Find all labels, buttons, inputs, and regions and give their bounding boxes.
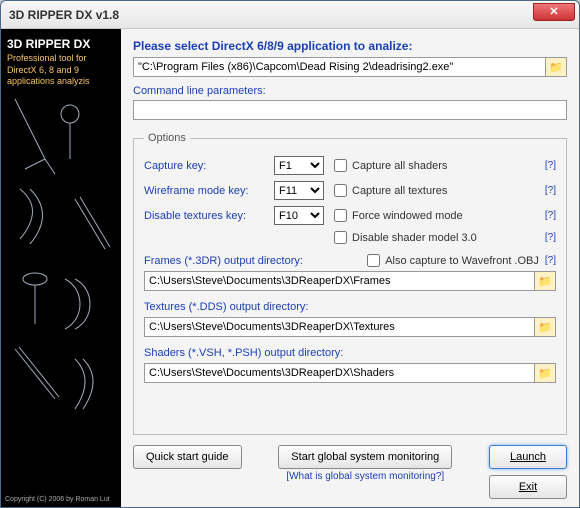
folder-icon: 📁 — [538, 321, 552, 334]
help-sm3[interactable]: [?] — [538, 232, 556, 243]
wireframe-key-select[interactable]: F11 — [274, 181, 324, 200]
browse-frames-button[interactable]: 📁 — [534, 271, 556, 291]
exit-button[interactable]: Exit — [489, 475, 567, 499]
start-monitoring-button[interactable]: Start global system monitoring — [278, 445, 452, 469]
what-is-monitoring-link[interactable]: [What is global system monitoring?] — [286, 471, 444, 482]
cmd-params-input[interactable] — [133, 100, 567, 120]
force-windowed-label: Force windowed mode — [352, 210, 463, 222]
browse-shaders-button[interactable]: 📁 — [534, 363, 556, 383]
capture-textures-checkbox[interactable]: Capture all textures — [334, 184, 538, 197]
frames-dir-input[interactable] — [144, 271, 535, 291]
cmd-params-label: Command line parameters: — [133, 85, 567, 97]
launch-button[interactable]: Launch — [489, 445, 567, 469]
options-legend: Options — [144, 132, 190, 144]
folder-icon: 📁 — [538, 275, 552, 288]
capture-key-select[interactable]: F1 — [274, 156, 324, 175]
main-panel: Please select DirectX 6/8/9 application … — [121, 29, 579, 507]
disable-sm3-label: Disable shader model 3.0 — [352, 232, 477, 244]
quick-start-guide-button[interactable]: Quick start guide — [133, 445, 242, 469]
sidebar-title: 3D RIPPER DX — [7, 37, 115, 51]
help-obj[interactable]: [?] — [545, 255, 556, 266]
force-windowed-checkbox[interactable]: Force windowed mode — [334, 209, 538, 222]
disable-tex-key-select[interactable]: F10 — [274, 206, 324, 225]
select-app-heading: Please select DirectX 6/8/9 application … — [133, 39, 567, 53]
window-body: 3D RIPPER DX Professional tool for Direc… — [1, 29, 579, 507]
capture-shaders-label: Capture all shaders — [352, 160, 447, 172]
folder-icon: 📁 — [538, 367, 552, 380]
help-shaders[interactable]: [?] — [538, 160, 556, 171]
shaders-dir-input[interactable] — [144, 363, 535, 383]
also-obj-label: Also capture to Wavefront .OBJ — [385, 255, 539, 267]
close-icon: ✕ — [549, 6, 558, 18]
sidebar-copyright: Copyright (C) 2006 by Roman Lut — [5, 496, 117, 503]
browse-textures-button[interactable]: 📁 — [534, 317, 556, 337]
textures-dir-input[interactable] — [144, 317, 535, 337]
options-group: Options Capture key: F1 Capture all shad… — [133, 132, 567, 435]
disable-sm3-checkbox[interactable]: Disable shader model 3.0 — [334, 231, 538, 244]
bottom-bar: Quick start guide Start global system mo… — [133, 445, 567, 499]
capture-shaders-checkbox[interactable]: Capture all shaders — [334, 159, 538, 172]
capture-textures-label: Capture all textures — [352, 185, 447, 197]
capture-key-label: Capture key: — [144, 160, 274, 172]
textures-dir-label: Textures (*.DDS) output directory: — [144, 301, 308, 313]
close-button[interactable]: ✕ — [533, 3, 575, 21]
titlebar[interactable]: 3D RIPPER DX v1.8 ✕ — [1, 1, 579, 29]
frames-dir-label: Frames (*.3DR) output directory: — [144, 255, 303, 267]
window-title: 3D RIPPER DX v1.8 — [5, 8, 119, 22]
shaders-dir-label: Shaders (*.VSH, *.PSH) output directory: — [144, 347, 343, 359]
sidebar: 3D RIPPER DX Professional tool for Direc… — [1, 29, 121, 507]
also-obj-checkbox[interactable]: Also capture to Wavefront .OBJ — [367, 254, 539, 267]
help-windowed[interactable]: [?] — [538, 210, 556, 221]
sidebar-subtitle: Professional tool for DirectX 6, 8 and 9… — [7, 53, 115, 88]
exe-path-input[interactable] — [133, 57, 546, 77]
sidebar-artwork — [5, 89, 117, 487]
app-window: 3D RIPPER DX v1.8 ✕ 3D RIPPER DX Profess… — [0, 0, 580, 508]
help-textures[interactable]: [?] — [538, 185, 556, 196]
wireframe-key-label: Wireframe mode key: — [144, 185, 274, 197]
disable-tex-key-label: Disable textures key: — [144, 210, 274, 222]
folder-icon: 📁 — [549, 61, 563, 74]
browse-exe-button[interactable]: 📁 — [545, 57, 567, 77]
